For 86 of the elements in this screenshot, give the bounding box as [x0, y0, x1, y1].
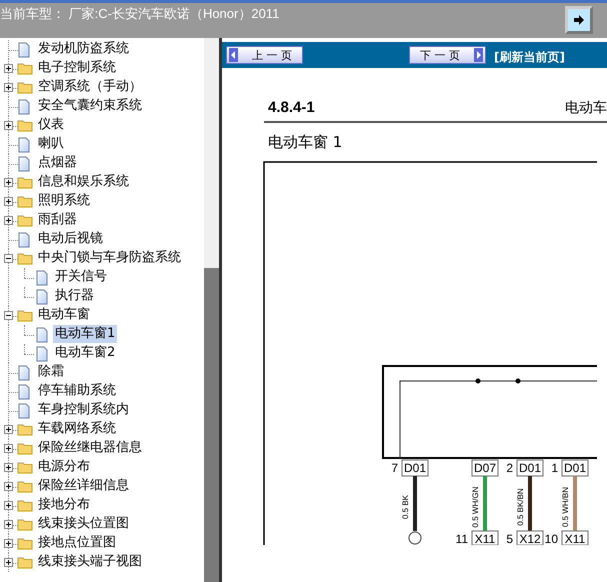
- tree-item[interactable]: 安全气囊约束系统: [36, 97, 144, 115]
- tree-item[interactable]: 开关信号: [53, 268, 109, 286]
- folder-icon: [17, 517, 33, 531]
- page-icon: [17, 384, 31, 400]
- expand-toggle[interactable]: [4, 64, 13, 73]
- folder-icon: [17, 422, 33, 436]
- tree-item[interactable]: 电动后视镜: [36, 230, 105, 248]
- tree-item[interactable]: 雨刮器: [36, 211, 79, 229]
- page-icon: [17, 99, 31, 115]
- expand-toggle[interactable]: [4, 444, 13, 453]
- tree-item[interactable]: 中央门锁与车身防盗系统: [36, 249, 183, 267]
- next-page-button[interactable]: 下 一 页: [409, 46, 486, 64]
- tree-item[interactable]: 照明系统: [36, 192, 92, 210]
- tree-item[interactable]: 线束接头位置图: [36, 515, 131, 533]
- expand-toggle[interactable]: [4, 501, 13, 510]
- folder-icon: [17, 175, 33, 189]
- scrollbar-thumb[interactable]: [204, 268, 219, 582]
- car-model-title: 当前车型： 厂家:C-长安汽车欧诺（Honor）2011: [0, 5, 280, 23]
- exit-button[interactable]: [565, 6, 593, 34]
- folder-icon: [17, 536, 33, 550]
- folder-icon: [17, 479, 33, 493]
- expand-toggle[interactable]: [4, 520, 13, 529]
- folder-icon: [17, 80, 33, 94]
- page-icon: [35, 289, 49, 305]
- expand-toggle[interactable]: [4, 311, 13, 320]
- scrollbar[interactable]: [204, 38, 222, 582]
- tree-item[interactable]: 点烟器: [36, 154, 79, 172]
- page-icon: [17, 156, 31, 172]
- tree-item[interactable]: 保险丝详细信息: [36, 477, 131, 495]
- tree-item[interactable]: 线束接头端子视图: [36, 553, 144, 571]
- folder-icon: [17, 441, 33, 455]
- tree-item[interactable]: 空调系统（手动）: [36, 78, 144, 96]
- page-icon: [35, 270, 49, 286]
- tree-item[interactable]: 除霜: [36, 363, 66, 381]
- expand-toggle[interactable]: [4, 83, 13, 92]
- expand-toggle[interactable]: [4, 425, 13, 434]
- tree-item[interactable]: 仪表: [36, 116, 66, 134]
- left-arrow-icon: [229, 48, 238, 62]
- tree-item[interactable]: 车载网络系统: [36, 420, 118, 438]
- tree-item[interactable]: 车身控制系统内: [36, 401, 131, 419]
- folder-icon: [17, 61, 33, 75]
- expand-toggle[interactable]: [4, 463, 13, 472]
- expand-toggle[interactable]: [4, 178, 13, 187]
- exit-arrow-icon: [572, 13, 586, 27]
- page-icon: [17, 403, 31, 419]
- page-icon: [35, 346, 49, 362]
- folder-icon: [17, 555, 33, 569]
- expand-toggle[interactable]: [4, 216, 13, 225]
- folder-icon: [17, 251, 33, 265]
- page-icon: [35, 327, 49, 343]
- folder-icon: [17, 460, 33, 474]
- tree-item[interactable]: 接地分布: [36, 496, 92, 514]
- expand-toggle[interactable]: [4, 254, 13, 263]
- diagram-heading: 电动车窗 1: [268, 133, 344, 152]
- folder-icon: [17, 213, 33, 227]
- tree-item[interactable]: 电动车窗1: [53, 325, 118, 343]
- tree-item[interactable]: 接地点位置图: [36, 534, 118, 552]
- expand-toggle[interactable]: [4, 482, 13, 491]
- tree-item[interactable]: 停车辅助系统: [36, 382, 118, 400]
- page-icon: [17, 42, 31, 58]
- folder-icon: [17, 194, 33, 208]
- tree-item[interactable]: 电动车窗2: [53, 344, 118, 362]
- section-number: 4.8.4-1: [268, 99, 315, 117]
- tree-item[interactable]: 信息和娱乐系统: [36, 173, 131, 191]
- tree-item[interactable]: 发动机防盗系统: [36, 40, 131, 58]
- tree-item[interactable]: 电源分布: [36, 458, 92, 476]
- previous-page-button[interactable]: 上 一 页: [226, 46, 303, 64]
- folder-icon: [17, 308, 33, 322]
- right-arrow-icon: [474, 48, 483, 62]
- wiring-diagram-drawing: 7 D01 0.5 BK D07 0.5 WH/GN 11 X11 2 D01 0.5 BK/BN 5 X12 1 D01 0.5 WH/BN 10 X11: [263, 161, 597, 545]
- page-icon: [17, 365, 31, 381]
- expand-toggle[interactable]: [4, 121, 13, 130]
- tree-item[interactable]: 喇叭: [36, 135, 66, 153]
- expand-toggle[interactable]: [4, 197, 13, 206]
- expand-toggle[interactable]: [4, 558, 13, 567]
- page-icon: [17, 137, 31, 153]
- folder-icon: [17, 498, 33, 512]
- refresh-link[interactable]: [刷新当前页]: [494, 48, 565, 66]
- page-icon: [17, 232, 31, 248]
- running-title: 电动车: [565, 99, 607, 117]
- folder-icon: [17, 118, 33, 132]
- tree-item[interactable]: 执行器: [53, 287, 96, 305]
- tree-item[interactable]: 保险丝继电器信息: [36, 439, 144, 457]
- tree-item[interactable]: 电子控制系统: [36, 59, 118, 77]
- tree-item[interactable]: 电动车窗: [36, 306, 92, 324]
- expand-toggle[interactable]: [4, 539, 13, 548]
